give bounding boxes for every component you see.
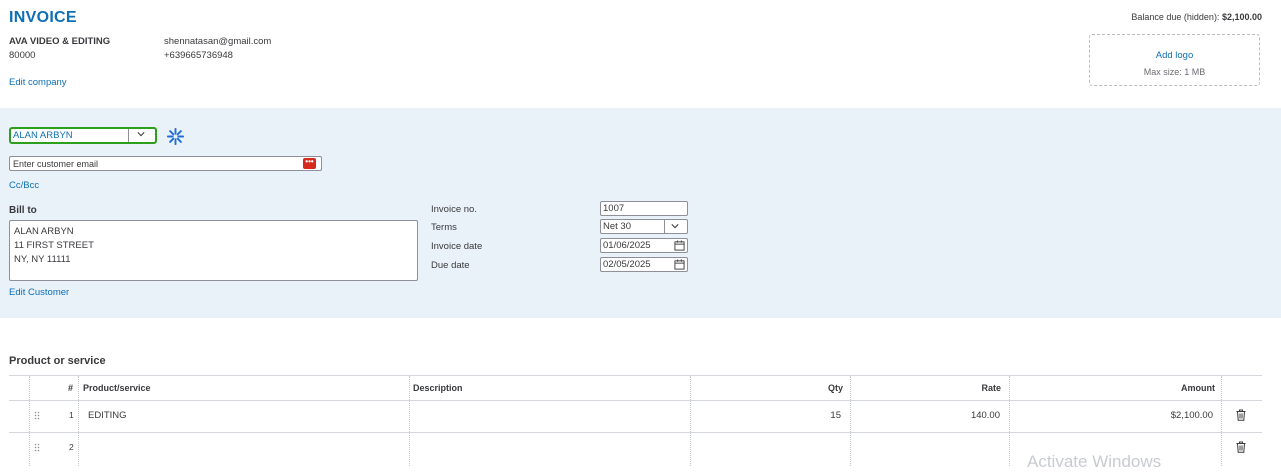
bill-to-label: Bill to [9,205,37,216]
table-row[interactable]: 1 EDITING 15 140.00 $2,100.00 [9,400,1262,433]
trash-icon[interactable] [1236,441,1246,453]
logo-dropzone[interactable]: Add logo Max size: 1 MB [1089,34,1260,86]
add-logo-link[interactable]: Add logo [1090,50,1259,61]
row-number: 1 [69,410,74,420]
terms-label: Terms [431,222,457,233]
terms-value: Net 30 [603,221,631,232]
logo-max-size: Max size: 1 MB [1143,67,1206,77]
due-date-label: Due date [431,260,470,271]
customer-select-value: ALAN ARBYN [13,130,73,141]
due-date-value: 02/05/2025 [603,259,651,270]
edit-company-link[interactable]: Edit company [9,77,67,88]
invoice-date-label: Invoice date [431,241,483,252]
balance-due: Balance due (hidden): $2,100.00 [1131,12,1262,22]
column-header-qty[interactable]: Qty [828,383,843,393]
row-qty[interactable]: 15 [830,410,841,421]
column-header-number: # [68,383,74,393]
row-number: 2 [69,442,74,452]
calendar-icon[interactable] [674,240,685,251]
company-name: AVA VIDEO & EDITING [9,36,111,47]
loading-spinner-icon [166,127,185,146]
column-header-rate[interactable]: Rate [981,383,1001,393]
balance-due-label: Balance due (hidden): [1131,12,1220,22]
drag-handle-icon[interactable] [34,411,40,420]
customer-email-input[interactable] [9,156,322,171]
terms-dropdown-toggle[interactable] [664,220,687,233]
company-code: 80000 [9,50,36,61]
cc-bcc-link[interactable]: Cc/Bcc [9,180,39,191]
column-header-amount[interactable]: Amount [1181,383,1215,393]
product-section-heading: Product or service [9,355,106,367]
company-email: shennatasan@gmail.com [164,36,272,47]
customer-select[interactable]: ALAN ARBYN [9,127,157,144]
customer-dropdown-toggle[interactable] [128,129,155,142]
edit-customer-link[interactable]: Edit Customer [9,287,69,298]
table-header-row: # Product/service Description Qty Rate A… [9,375,1262,466]
invoice-no-field[interactable]: 1007 [600,201,688,216]
trash-icon[interactable] [1236,409,1246,421]
chevron-down-icon [671,224,679,229]
bill-to-line: ALAN ARBYN [14,226,74,237]
invoice-date-field[interactable]: 01/06/2025 [600,238,688,253]
row-product[interactable]: EDITING [88,410,127,421]
terms-select[interactable]: Net 30 [600,219,688,234]
activate-windows-watermark: Activate Windows [1027,452,1162,471]
bill-to-line: NY, NY 11111 [14,254,71,265]
invoice-date-value: 01/06/2025 [603,240,651,251]
calendar-icon[interactable] [674,259,685,270]
column-header-product[interactable]: Product/service [83,383,151,393]
drag-handle-icon[interactable] [34,443,40,452]
page-title: INVOICE [9,9,77,26]
company-phone: +639665736948 [164,50,233,61]
due-date-field[interactable]: 02/05/2025 [600,257,688,272]
row-amount[interactable]: $2,100.00 [1171,410,1213,421]
bill-to-address[interactable]: ALAN ARBYN 11 FIRST STREET NY, NY 11111 [9,220,418,281]
column-header-description[interactable]: Description [413,383,463,393]
invoice-no-label: Invoice no. [431,204,477,215]
bill-to-line: 11 FIRST STREET [14,240,94,251]
chevron-down-icon [137,132,145,137]
row-rate[interactable]: 140.00 [971,410,1000,421]
more-options-icon[interactable]: ••• [303,158,316,169]
invoice-no-value: 1007 [603,203,625,214]
balance-due-value: $2,100.00 [1221,12,1262,22]
